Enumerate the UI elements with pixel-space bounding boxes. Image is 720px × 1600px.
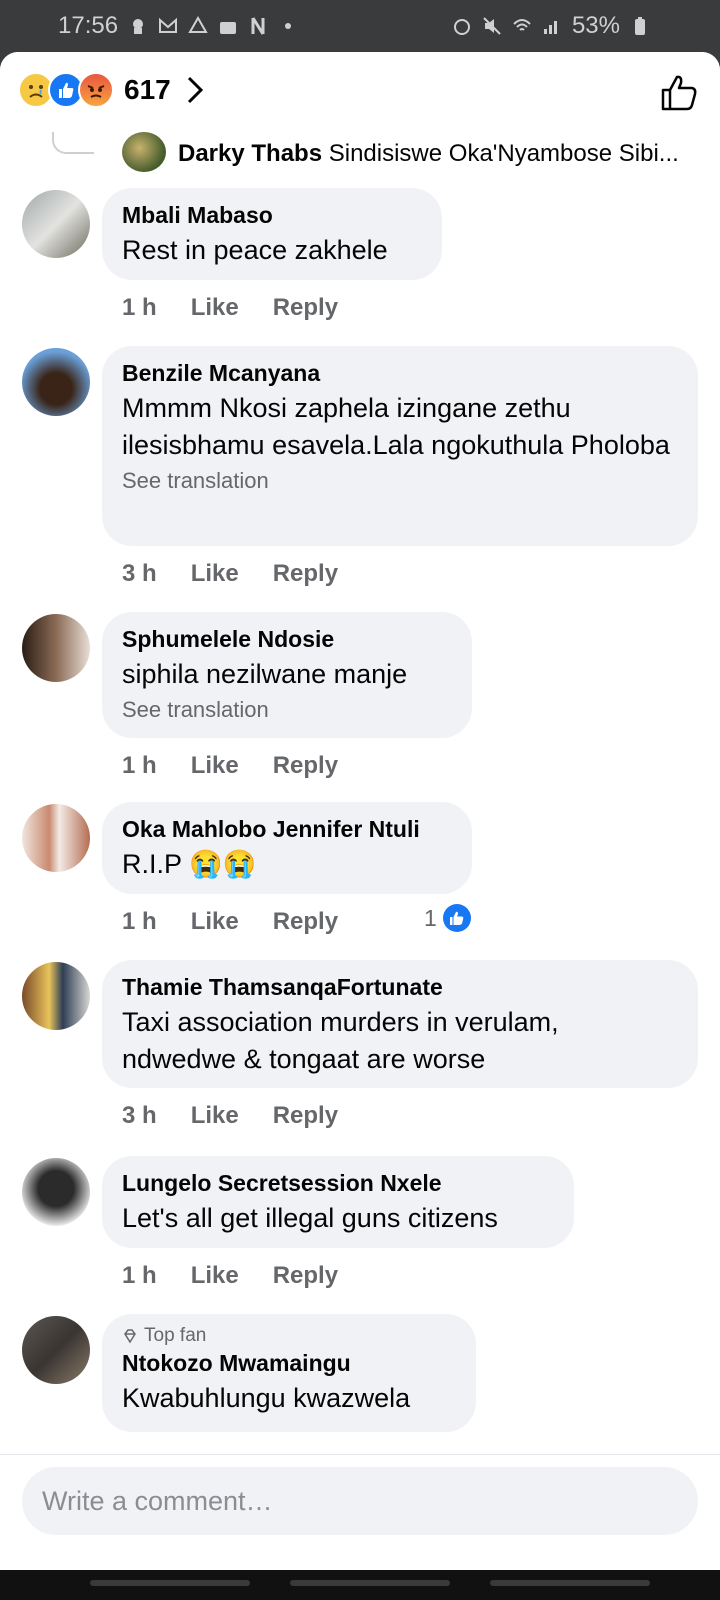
- avatar[interactable]: [22, 614, 90, 682]
- comment-time[interactable]: 1 h: [122, 1262, 157, 1290]
- comment-text: Taxi association murders in verulam, ndw…: [122, 1007, 559, 1074]
- previous-reply-row[interactable]: Darky Thabs Sindisiswe Oka'Nyambose Sibi…: [0, 132, 720, 192]
- nav-back[interactable]: [490, 1580, 650, 1586]
- drive-icon: [188, 16, 208, 33]
- comment-bubble[interactable]: Benzile Mcanyana Mmmm Nkosi zaphela izin…: [102, 346, 698, 546]
- comment-time[interactable]: 3 h: [122, 560, 157, 588]
- like-icon: [442, 904, 471, 932]
- status-bar: 17:56 53%: [0, 0, 720, 52]
- comment-bubble[interactable]: Sphumelele Ndosie siphila nezilwane manj…: [102, 612, 472, 738]
- comment-bubble[interactable]: Thamie ThamsanqaFortunate Taxi associati…: [102, 960, 698, 1088]
- status-time: 17:56: [58, 12, 119, 39]
- notification-icon: [133, 19, 144, 34]
- system-nav-bar: [0, 1570, 720, 1600]
- comment-author[interactable]: Oka Mahlobo Jennifer Ntuli: [122, 814, 452, 844]
- comments-sheet: 617 Darky Thabs Sindisiswe Oka'Nyambose …: [0, 52, 720, 1600]
- chevron-right-icon[interactable]: [185, 75, 205, 105]
- like-button[interactable]: Like: [191, 1102, 239, 1130]
- avatar[interactable]: [22, 190, 90, 258]
- like-post-icon[interactable]: [660, 74, 698, 112]
- comment-text: Rest in peace zakhele: [122, 235, 388, 265]
- reply-button[interactable]: Reply: [273, 294, 338, 322]
- netflix-icon: [251, 17, 265, 35]
- like-button[interactable]: Like: [191, 560, 239, 588]
- avatar[interactable]: [22, 348, 90, 416]
- reply-button[interactable]: Reply: [273, 1102, 338, 1130]
- comment-author[interactable]: Mbali Mabaso: [122, 200, 422, 230]
- comment-actions: 3 h Like Reply: [122, 1102, 338, 1130]
- reaction-count: 617: [124, 74, 171, 105]
- nav-recents[interactable]: [90, 1580, 250, 1586]
- comment-time[interactable]: 1 h: [122, 752, 157, 780]
- reaction-count-value: 1: [424, 904, 437, 931]
- reply-preview: Sindisiswe Oka'Nyambose Sibi...: [328, 140, 679, 167]
- comment-actions: 1 h Like Reply: [122, 1262, 338, 1290]
- top-fan-badge: Top fan: [122, 1324, 456, 1348]
- avatar[interactable]: [22, 962, 90, 1030]
- see-translation-link[interactable]: See translation: [122, 466, 678, 496]
- comment-author[interactable]: Thamie ThamsanqaFortunate: [122, 972, 678, 1002]
- badge-label: Top fan: [144, 1325, 207, 1346]
- comment-list: Darky Thabs Sindisiswe Oka'Nyambose Sibi…: [0, 132, 720, 1532]
- see-translation-link[interactable]: See translation: [122, 695, 452, 725]
- alarm-icon: [453, 19, 470, 35]
- reply-button[interactable]: Reply: [273, 908, 338, 936]
- reply-author: Darky Thabs: [178, 140, 323, 167]
- reactions-summary[interactable]: 617: [18, 72, 205, 108]
- comment-text: Mmmm Nkosi zaphela izingane zethu ilesis…: [122, 393, 670, 460]
- reactions-header: 617: [0, 52, 720, 132]
- comment-author[interactable]: Benzile Mcanyana: [122, 358, 678, 388]
- comment-reaction-count[interactable]: 1: [424, 904, 471, 932]
- gmail-icon: [159, 17, 178, 33]
- comment-text: Let's all get illegal guns citizens: [122, 1203, 498, 1233]
- thread-line: [52, 132, 94, 154]
- download-icon: [220, 22, 237, 34]
- comment-author[interactable]: Ntokozo Mwamaingu: [122, 1348, 456, 1378]
- signal-icon: [543, 21, 557, 34]
- battery-percent: 53%: [571, 12, 620, 39]
- like-button[interactable]: Like: [191, 294, 239, 322]
- comment-text: R.I.P 😭😭: [122, 849, 257, 879]
- comment-author[interactable]: Lungelo Secretsession Nxele: [122, 1168, 554, 1198]
- nav-home[interactable]: [290, 1580, 450, 1586]
- mute-icon: [483, 17, 501, 35]
- comment-actions: 1 h Like Reply: [122, 752, 338, 780]
- avatar[interactable]: [22, 1316, 90, 1384]
- comment-text: siphila nezilwane manje: [122, 659, 408, 689]
- comment-time[interactable]: 3 h: [122, 1102, 157, 1130]
- avatar[interactable]: [22, 804, 90, 872]
- comment-bubble[interactable]: Oka Mahlobo Jennifer Ntuli R.I.P 😭😭: [102, 802, 472, 894]
- dot-icon: [285, 23, 292, 29]
- comment-time[interactable]: 1 h: [122, 908, 157, 936]
- avatar[interactable]: [122, 132, 166, 172]
- comment-input[interactable]: [22, 1467, 698, 1535]
- angry-reaction-icon: [78, 72, 114, 108]
- like-button[interactable]: Like: [191, 1262, 239, 1290]
- like-button[interactable]: Like: [191, 752, 239, 780]
- diamond-icon: [124, 1329, 136, 1344]
- avatar[interactable]: [22, 1158, 90, 1226]
- comment-author[interactable]: Sphumelele Ndosie: [122, 624, 452, 654]
- comment-text: Kwabuhlungu kwazwela: [122, 1383, 411, 1413]
- comment-bubble[interactable]: Lungelo Secretsession Nxele Let's all ge…: [102, 1156, 574, 1248]
- comment-time[interactable]: 1 h: [122, 294, 157, 322]
- wifi-icon: [513, 19, 531, 31]
- like-button[interactable]: Like: [191, 908, 239, 936]
- reply-button[interactable]: Reply: [273, 752, 338, 780]
- battery-icon: [635, 17, 645, 35]
- reply-button[interactable]: Reply: [273, 560, 338, 588]
- comment-actions: 1 h Like Reply: [122, 294, 338, 322]
- reply-button[interactable]: Reply: [273, 1262, 338, 1290]
- comment-actions: 1 h Like Reply: [122, 908, 338, 936]
- comment-bubble[interactable]: Mbali Mabaso Rest in peace zakhele: [102, 188, 442, 280]
- comment-actions: 3 h Like Reply: [122, 560, 338, 588]
- comment-bubble[interactable]: Top fan Ntokozo Mwamaingu Kwabuhlungu kw…: [102, 1314, 476, 1432]
